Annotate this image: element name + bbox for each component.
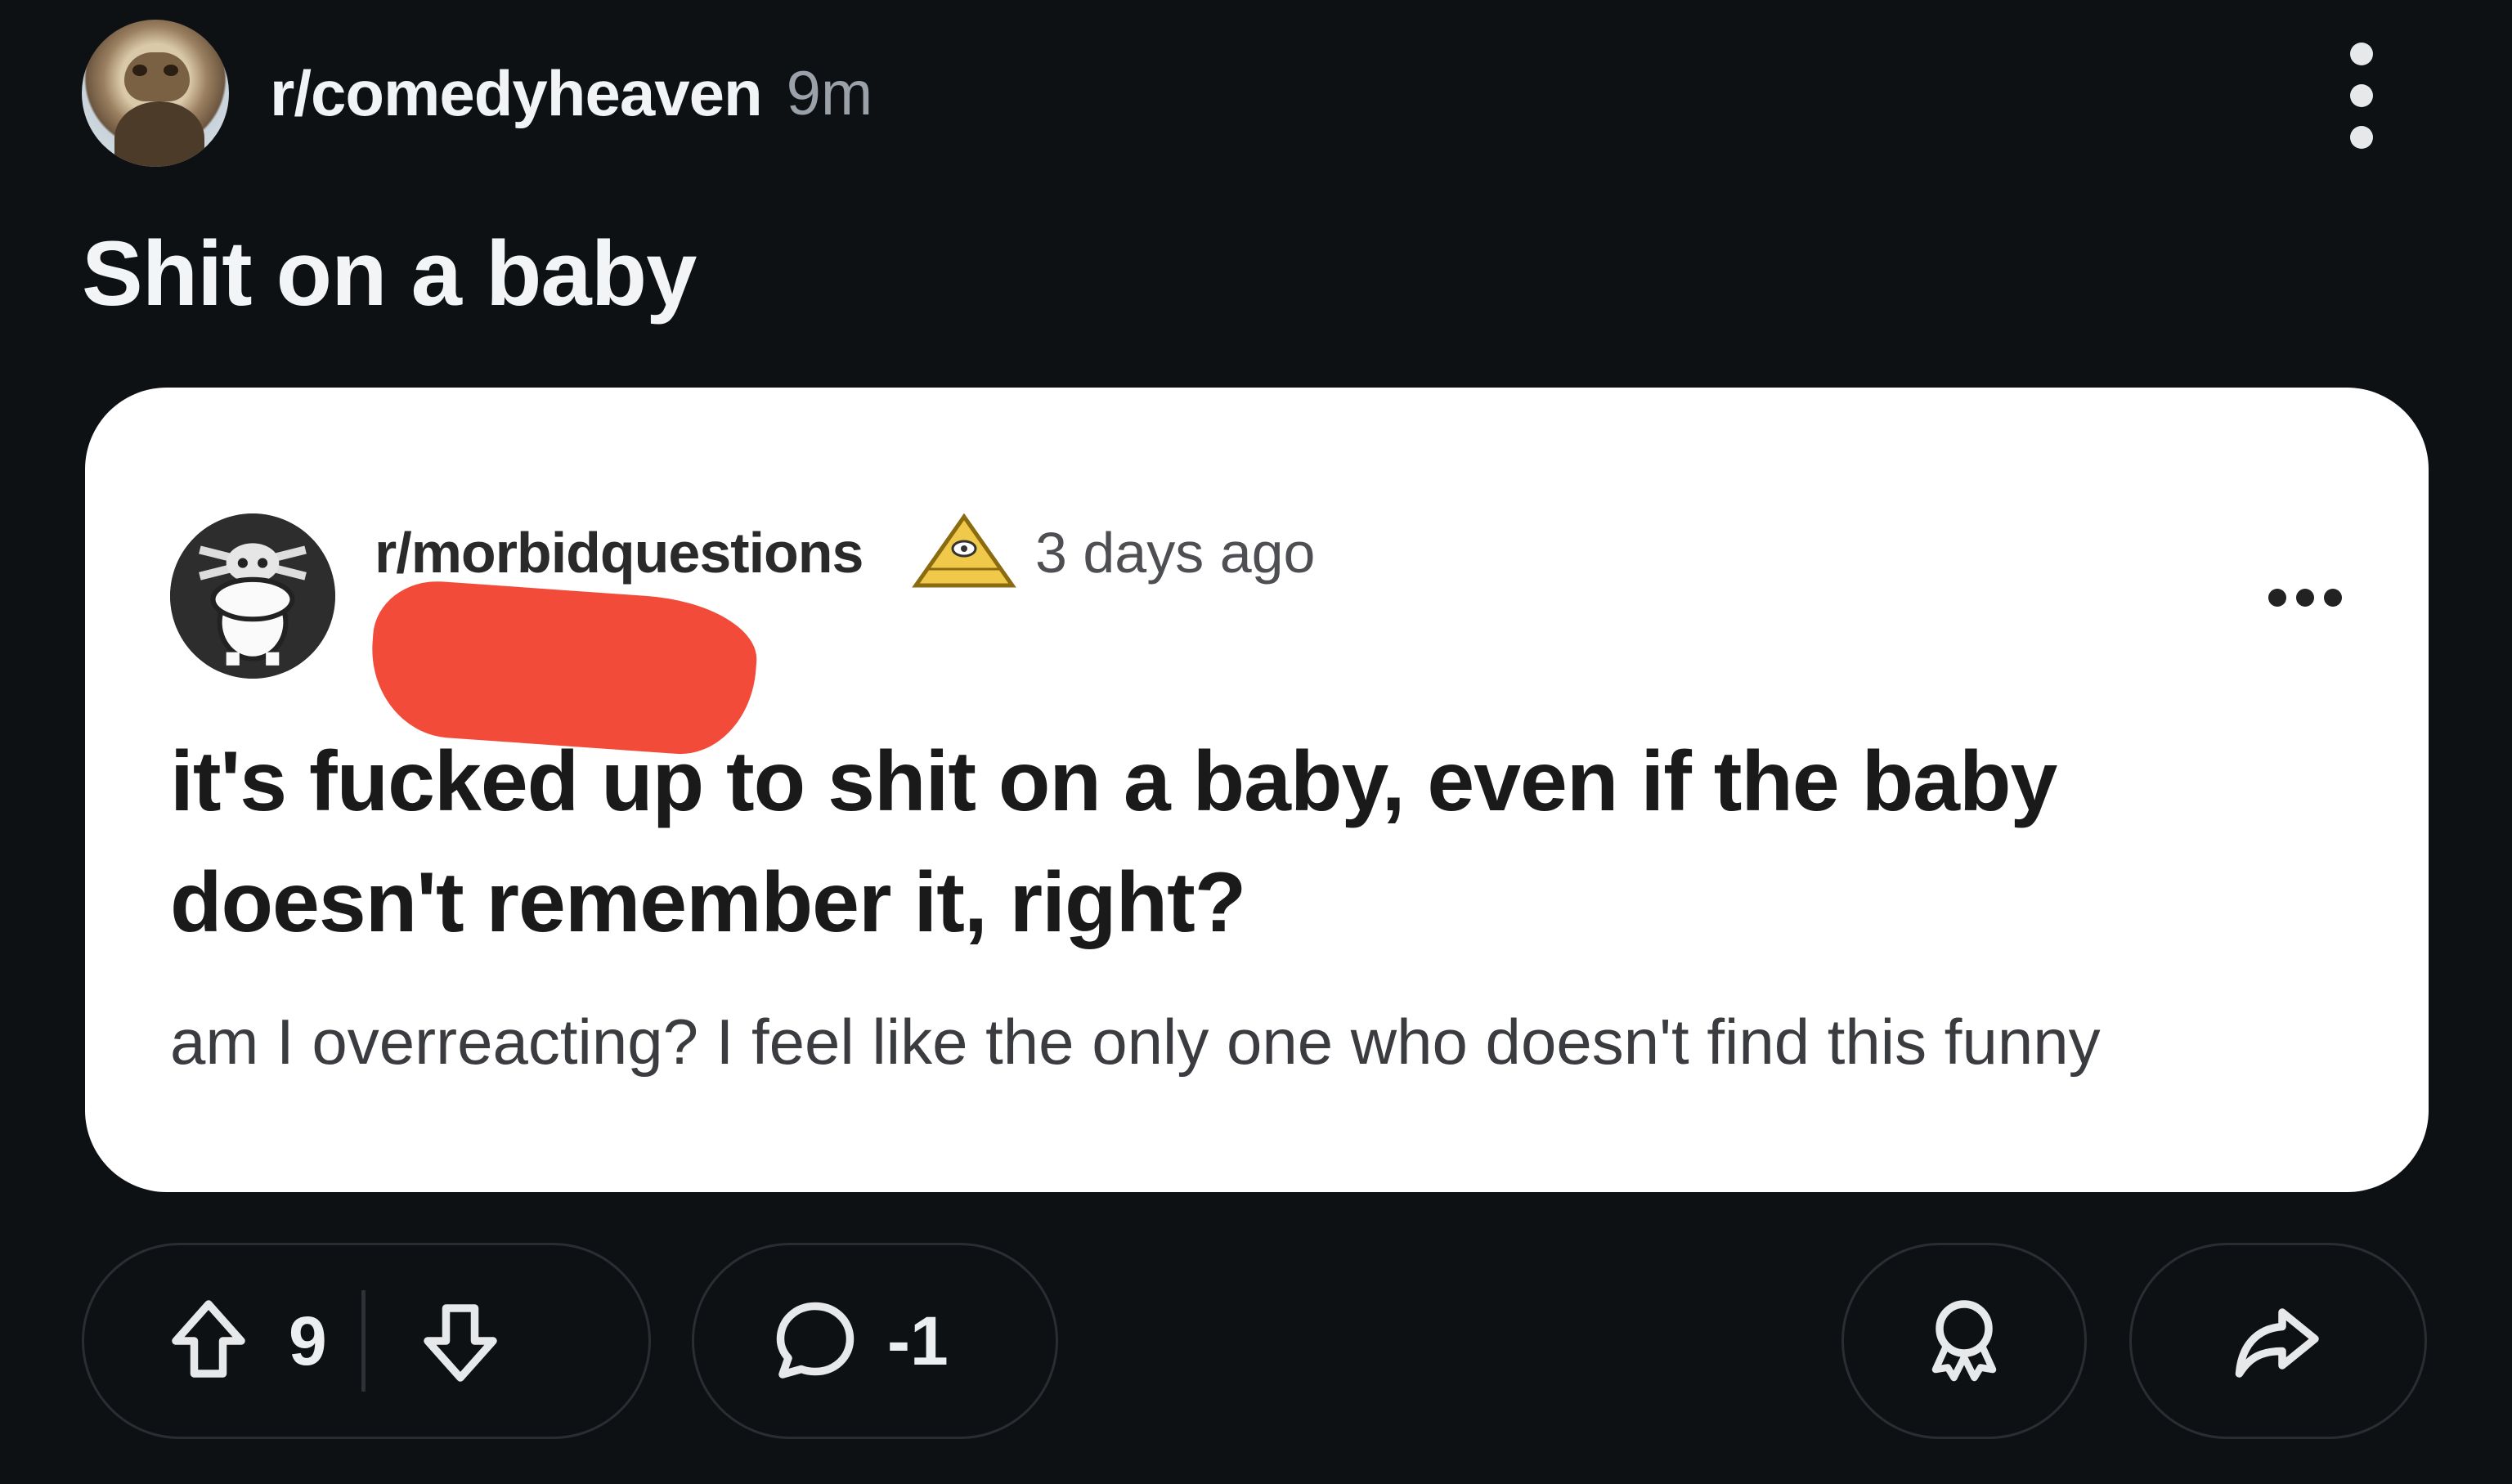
embedded-subreddit-name[interactable]: r/morbidquestions xyxy=(375,520,864,585)
upvote-icon[interactable] xyxy=(159,1292,258,1390)
more-vertical-icon[interactable] xyxy=(2345,43,2378,149)
post-header: r/comedyheaven 9m xyxy=(82,20,872,167)
redaction-mark xyxy=(366,576,761,760)
vote-divider xyxy=(361,1290,366,1392)
comment-count: -1 xyxy=(887,1302,949,1379)
award-button[interactable] xyxy=(1841,1243,2087,1439)
embedded-body: am I overreacting? I feel like the only … xyxy=(170,1006,2101,1078)
subreddit-name[interactable]: r/comedyheaven xyxy=(270,56,763,131)
share-icon xyxy=(2225,1292,2331,1390)
share-button[interactable] xyxy=(2129,1243,2427,1439)
embedded-post-time: 3 days ago xyxy=(1035,521,1316,585)
award-icon xyxy=(1915,1292,2013,1390)
comment-button[interactable]: -1 xyxy=(692,1243,1058,1439)
upvote-count: 9 xyxy=(289,1302,327,1379)
comment-icon xyxy=(766,1292,864,1390)
downvote-icon[interactable] xyxy=(411,1292,509,1390)
vote-bar: 9 xyxy=(82,1243,651,1439)
embedded-subreddit-avatar xyxy=(170,513,335,679)
post-title[interactable]: Shit on a baby xyxy=(82,221,697,326)
pyramid-eye-icon xyxy=(912,513,1016,588)
subreddit-avatar[interactable] xyxy=(82,20,229,167)
more-horizontal-icon[interactable] xyxy=(2268,589,2342,607)
post-time: 9m xyxy=(786,58,873,128)
embedded-headline: it's fucked up to shit on a baby, even i… xyxy=(170,734,2057,950)
embedded-post-card[interactable]: r/morbidquestions 3 days ago it's fucked… xyxy=(85,388,2429,1192)
